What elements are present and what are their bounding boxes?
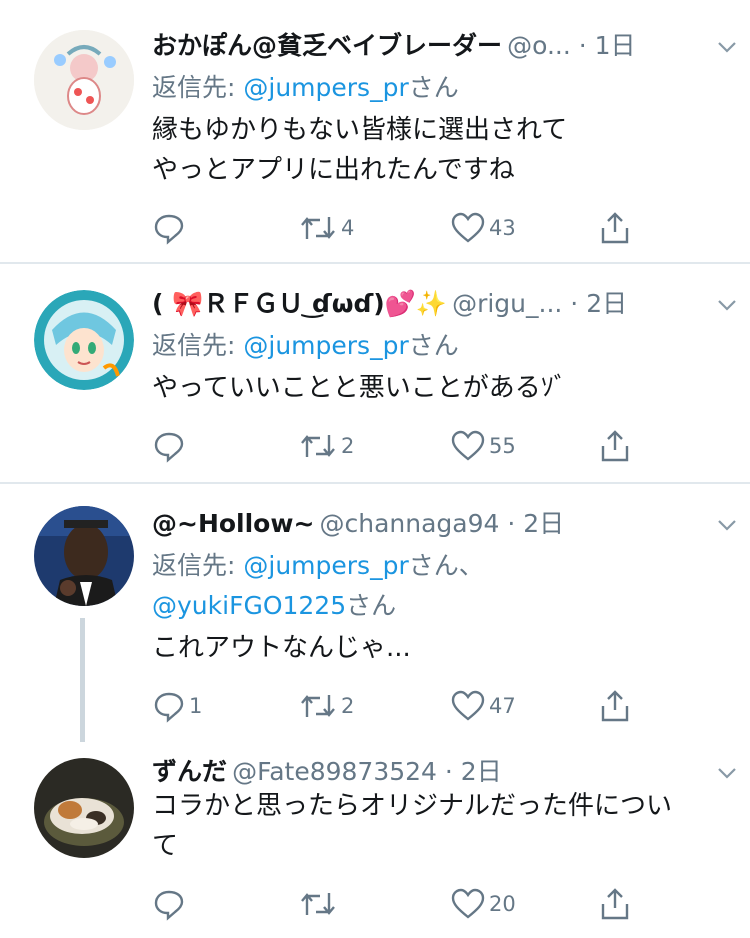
tweet-text: コラかと思ったらオリジナルだった件につい て: [152, 786, 672, 866]
reply-button[interactable]: 1: [152, 686, 202, 726]
reply-icon: [154, 214, 184, 245]
reply-icon: [154, 692, 184, 723]
tweet-text: やっていいことと悪いことがあるｿﾞ: [152, 368, 567, 408]
chevron-down-icon[interactable]: [716, 36, 738, 58]
share-button[interactable]: [598, 884, 632, 924]
like-button[interactable]: 47: [450, 686, 516, 726]
heart-icon: [451, 212, 485, 243]
chevron-down-icon[interactable]: [716, 762, 738, 784]
retweet-count: 4: [341, 216, 355, 240]
tweet-header: ( 🎀ＲＦＧＵ ͜ɗωɗ)💕✨ @rigu_... · 2日: [152, 284, 730, 324]
reply-button[interactable]: [152, 426, 189, 466]
retweet-button[interactable]: [298, 884, 341, 924]
thread-line: [80, 618, 85, 742]
reply-button[interactable]: [152, 208, 189, 248]
like-count: 20: [489, 892, 516, 916]
tweet-text: これアウトなんじゃ...: [152, 628, 411, 668]
display-name[interactable]: @~Hollow~: [152, 509, 314, 538]
reply-context: 返信先: @jumpers_prさん: [152, 326, 459, 362]
like-count: 43: [489, 216, 516, 240]
tweet-text-line: やっとアプリに出れたんですね: [152, 155, 515, 185]
retweet-count: 2: [341, 434, 355, 458]
handle-time[interactable]: @rigu_... · 2日: [452, 289, 627, 318]
reply-icon: [154, 432, 184, 463]
chevron-down-icon[interactable]: [716, 294, 738, 316]
reply-button[interactable]: [152, 884, 189, 924]
tweet-text-line: これアウトなんじゃ...: [152, 633, 411, 663]
tweet-text-line: やっていいことと悪いことがあるｿﾞ: [152, 373, 567, 403]
mention-link[interactable]: @yukiFGO1225: [152, 591, 346, 620]
retweet-button[interactable]: 4: [298, 208, 354, 248]
avatar[interactable]: [34, 758, 134, 858]
tweet[interactable]: @~Hollow~ @channaga94 · 2日 返信先: @jumpers…: [0, 484, 750, 742]
display-name[interactable]: ( 🎀ＲＦＧＵ ͜ɗωɗ)💕✨: [152, 289, 447, 318]
action-bar: 1 2 47: [152, 686, 642, 726]
share-icon: [601, 888, 629, 920]
handle-time[interactable]: @channaga94 · 2日: [320, 509, 565, 538]
tweet-text-line: コラかと思ったらオリジナルだった件につい: [152, 791, 673, 821]
tweet[interactable]: おかぽん@貧乏ベイブレーダー @o... · 1日 返信先: @jumpers_…: [0, 0, 750, 262]
timeline: おかぽん@貧乏ベイブレーダー @o... · 1日 返信先: @jumpers_…: [0, 0, 750, 938]
tweet-header: @~Hollow~ @channaga94 · 2日: [152, 504, 730, 544]
handle-time[interactable]: @o... · 1日: [507, 31, 635, 60]
share-icon: [601, 430, 629, 462]
reply-suffix: さん: [408, 73, 459, 102]
action-bar: 20: [152, 884, 642, 924]
reply-icon: [154, 890, 184, 921]
heart-icon: [451, 430, 485, 461]
retweet-icon: [301, 217, 335, 239]
mention-link[interactable]: @jumpers_pr: [243, 73, 408, 102]
like-count: 47: [489, 694, 516, 718]
reply-prefix: 返信先:: [152, 73, 244, 102]
retweet-button[interactable]: 2: [298, 426, 354, 466]
avatar[interactable]: [34, 290, 134, 390]
retweet-button[interactable]: 2: [298, 686, 354, 726]
tweet-text: 縁もゆかりもない皆様に選出されて やっとアプリに出れたんですね: [152, 110, 567, 190]
share-button[interactable]: [598, 208, 632, 248]
reply-prefix: 返信先:: [152, 331, 244, 360]
mention-link[interactable]: @jumpers_pr: [243, 551, 408, 580]
tweet-header: おかぽん@貧乏ベイブレーダー @o... · 1日: [152, 26, 730, 66]
action-bar: 2 55: [152, 426, 642, 466]
avatar[interactable]: [34, 30, 134, 130]
tweet[interactable]: ( 🎀ＲＦＧＵ ͜ɗωɗ)💕✨ @rigu_... · 2日 返信先: @jum…: [0, 264, 750, 480]
reply-context: 返信先: @jumpers_prさん、 @yukiFGO1225さん: [152, 546, 484, 626]
share-icon: [601, 690, 629, 722]
share-button[interactable]: [598, 426, 632, 466]
retweet-icon: [301, 695, 335, 717]
tweet-text-line: て: [152, 831, 179, 861]
tweet-text-line: 縁もゆかりもない皆様に選出されて: [152, 115, 568, 145]
like-button[interactable]: 20: [450, 884, 516, 924]
reply-prefix: 返信先:: [152, 551, 244, 580]
heart-icon: [451, 690, 485, 721]
display-name[interactable]: おかぽん@貧乏ベイブレーダー: [152, 31, 502, 60]
reply-suffix: さん、: [408, 551, 484, 580]
reply-suffix: さん: [346, 591, 397, 620]
retweet-icon: [301, 893, 335, 915]
retweet-count: 2: [341, 694, 355, 718]
chevron-down-icon[interactable]: [716, 514, 738, 536]
like-button[interactable]: 55: [450, 426, 516, 466]
tweet[interactable]: ずんだ @Fate89873524 · 2日 コラかと思ったらオリジナルだった件…: [0, 740, 750, 938]
handle-time[interactable]: @Fate89873524 · 2日: [232, 757, 502, 786]
avatar[interactable]: [34, 506, 134, 606]
mention-link[interactable]: @jumpers_pr: [243, 331, 408, 360]
reply-suffix: さん: [408, 331, 459, 360]
share-button[interactable]: [598, 686, 632, 726]
heart-icon: [451, 888, 485, 919]
action-bar: 4 43: [152, 208, 642, 248]
reply-context: 返信先: @jumpers_prさん: [152, 68, 459, 104]
reply-count: 1: [189, 694, 203, 718]
like-count: 55: [489, 434, 516, 458]
like-button[interactable]: 43: [450, 208, 516, 248]
share-icon: [601, 212, 629, 244]
retweet-icon: [301, 435, 335, 457]
display-name[interactable]: ずんだ: [152, 757, 227, 786]
